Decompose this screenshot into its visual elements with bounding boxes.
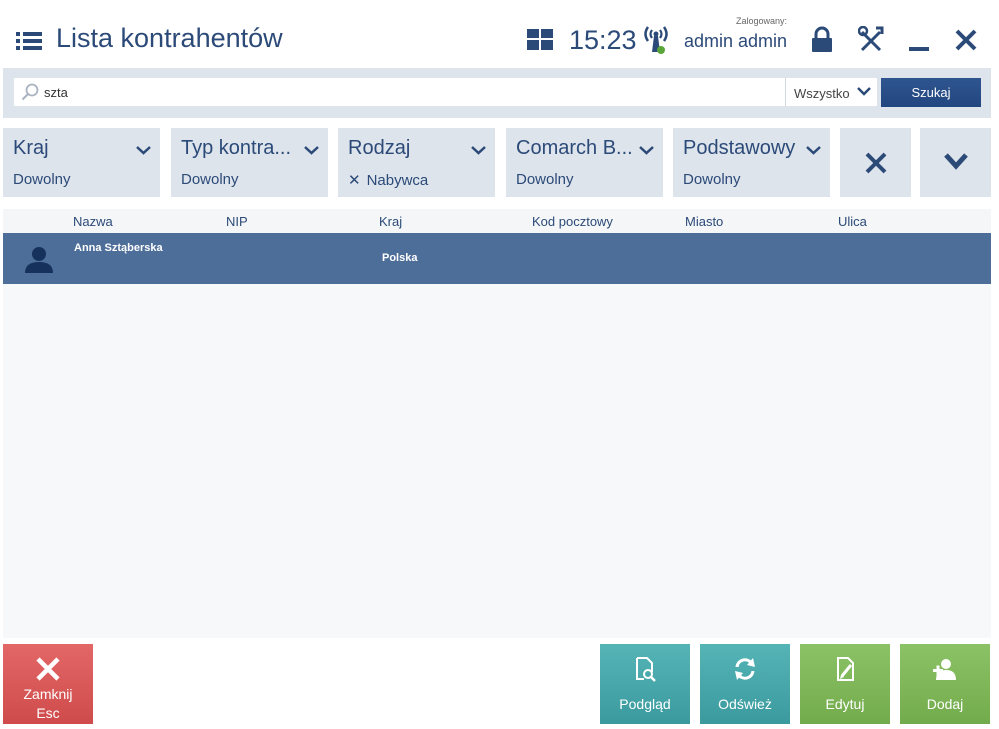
filter-primary[interactable]: Podstawowy Dowolny [673, 128, 830, 197]
cell-name: Anna Sztąberska [74, 242, 163, 254]
filter-value: Dowolny [683, 171, 741, 188]
close-shortcut-label: Esc [36, 705, 60, 721]
filter-label: Rodzaj [348, 137, 411, 159]
refresh-icon [735, 658, 755, 680]
page-title: Lista kontrahentów [56, 23, 283, 53]
column-header-nip[interactable]: NIP [226, 214, 248, 229]
close-icon [36, 657, 60, 681]
filter-label: Podstawowy [683, 137, 796, 159]
search-scope-select[interactable]: Wszystko [785, 78, 877, 106]
header-bar: Lista kontrahentów 15:23 Zalogowany: adm… [0, 0, 999, 66]
document-search-icon [636, 657, 656, 682]
logged-caption: Zalogowany: [736, 16, 788, 26]
column-header-country[interactable]: Kraj [379, 214, 402, 229]
expand-filters-button[interactable] [920, 128, 991, 197]
close-button-label: Zamknij [23, 686, 73, 702]
refresh-button-label: Odśwież [718, 696, 772, 712]
filter-label: Typ kontra... [181, 137, 292, 159]
search-button[interactable]: Szukaj [881, 78, 981, 107]
search-bar: Wszystko Szukaj [3, 68, 991, 118]
search-icon [21, 83, 39, 101]
filter-contractor-type[interactable]: Typ kontra... Dowolny [171, 128, 328, 197]
minimize-icon[interactable] [907, 26, 931, 54]
tools-icon[interactable] [858, 26, 884, 54]
column-header-name[interactable]: Nazwa [73, 214, 113, 229]
lock-icon[interactable] [810, 26, 834, 54]
preview-button-label: Podgląd [619, 696, 671, 712]
table-body: Anna Sztąberska Polska [3, 233, 991, 638]
filter-value: Dowolny [13, 171, 71, 188]
user-name: admin admin [684, 31, 788, 51]
filter-value: Dowolny [516, 171, 574, 188]
filter-kind[interactable]: Rodzaj ✕ Nabywca [338, 128, 495, 197]
filter-value: Dowolny [181, 171, 239, 188]
person-icon [25, 247, 53, 273]
close-button[interactable]: Zamknij Esc [3, 644, 93, 724]
column-header-city[interactable]: Miasto [685, 214, 723, 229]
clear-filters-button[interactable] [840, 128, 911, 197]
filter-value-text: Nabywca [366, 172, 429, 189]
tiles-icon[interactable] [527, 29, 553, 50]
filter-value-active: ✕ Nabywca [348, 171, 428, 189]
refresh-button[interactable]: Odśwież [700, 644, 790, 724]
search-box[interactable] [14, 78, 786, 106]
add-button-label: Dodaj [926, 696, 964, 712]
filter-country[interactable]: Kraj Dowolny [3, 128, 160, 197]
cell-country: Polska [382, 252, 418, 264]
filter-label: Comarch B... [516, 137, 633, 159]
add-button[interactable]: Dodaj [900, 644, 990, 724]
edit-button[interactable]: Edytuj [800, 644, 890, 724]
close-icon[interactable] [954, 26, 978, 54]
chevron-down-icon [471, 146, 486, 155]
preview-button[interactable]: Podgląd [600, 644, 690, 724]
filter-label: Kraj [13, 137, 49, 159]
chevron-down-icon [639, 146, 654, 155]
edit-document-icon [837, 657, 854, 681]
chevron-down-icon [857, 87, 871, 96]
signal-icon[interactable] [642, 24, 670, 56]
remove-filter-icon[interactable]: ✕ [348, 172, 361, 189]
add-user-icon [933, 659, 956, 680]
chevron-down-icon [136, 146, 151, 155]
search-scope-label: Wszystko [794, 86, 850, 101]
clock: 15:23 [569, 25, 637, 55]
chevron-down-icon [806, 146, 821, 155]
filter-comarch-b[interactable]: Comarch B... Dowolny [506, 128, 663, 197]
search-input[interactable] [44, 81, 774, 103]
table-row[interactable]: Anna Sztąberska Polska [3, 233, 991, 284]
close-icon [865, 152, 887, 174]
column-header-street[interactable]: Ulica [838, 214, 867, 229]
column-header-postal-code[interactable]: Kod pocztowy [532, 214, 613, 229]
edit-button-label: Edytuj [825, 696, 865, 712]
chevron-down-icon [304, 146, 319, 155]
chevron-down-icon [944, 153, 968, 170]
menu-icon[interactable] [16, 31, 42, 51]
table-header: Nazwa NIP Kraj Kod pocztowy Miasto Ulica [3, 209, 991, 233]
